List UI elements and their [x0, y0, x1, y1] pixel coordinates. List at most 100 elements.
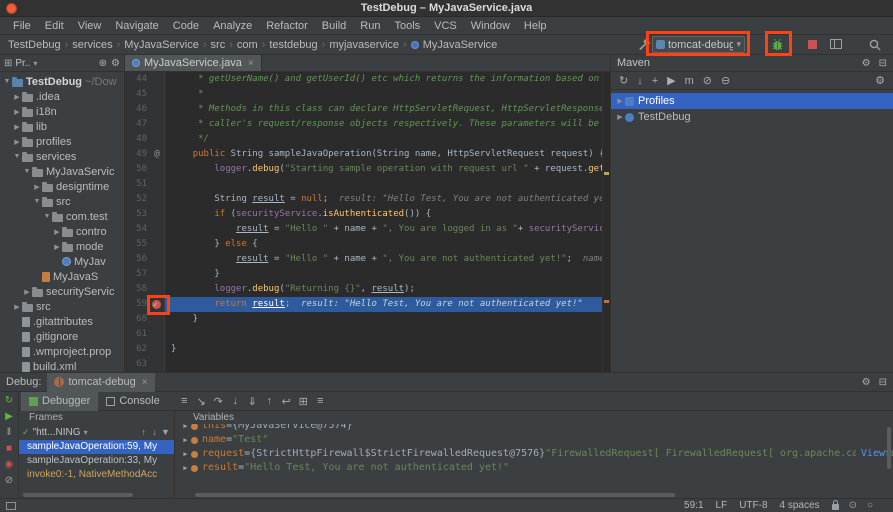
layout-settings-icon[interactable]: ≡: [176, 395, 193, 407]
chevron-right-icon[interactable]: ▶: [12, 123, 22, 131]
previous-frame-icon[interactable]: ↑: [138, 427, 149, 437]
code-line[interactable]: 44 * getUserName() and getUserId() etc w…: [125, 72, 610, 87]
project-tree-item[interactable]: ▼com.test: [0, 209, 124, 224]
drop-frame-icon[interactable]: ↩: [278, 395, 295, 408]
code-area[interactable]: 44 * getUserName() and getUserId() etc w…: [125, 72, 610, 372]
code-line[interactable]: 52 String result = null; result: "Hello …: [125, 192, 610, 207]
lock-icon[interactable]: [832, 504, 839, 510]
project-views-dropdown[interactable]: Pr..: [15, 58, 30, 69]
chevron-right-icon[interactable]: ▶: [52, 228, 62, 236]
breadcrumb-item[interactable]: MyJavaService: [423, 39, 498, 51]
gear-icon[interactable]: ⚙: [862, 377, 871, 388]
search-everywhere-icon[interactable]: [868, 38, 882, 52]
tab-debugger[interactable]: Debugger: [21, 392, 98, 411]
project-tree-item[interactable]: MyJavaS: [0, 269, 124, 284]
menu-item-view[interactable]: View: [71, 20, 109, 32]
step-over-icon[interactable]: ↷: [210, 395, 227, 408]
toolwindow-switcher-icon[interactable]: [6, 502, 16, 510]
menu-item-build[interactable]: Build: [315, 20, 353, 32]
editor-tab[interactable]: MyJavaService.java ×: [125, 55, 262, 71]
code-line[interactable]: 59✓ return result; result: "Hello Test, …: [125, 297, 610, 312]
menu-item-vcs[interactable]: VCS: [427, 20, 464, 32]
project-tree-item[interactable]: .wmproject.prop: [0, 344, 124, 359]
breadcrumb-item[interactable]: src: [211, 39, 226, 51]
build-hammer-icon[interactable]: [636, 38, 651, 53]
restore-layout-icon[interactable]: [830, 39, 842, 49]
project-tree-item[interactable]: ▶lib: [0, 119, 124, 134]
close-icon[interactable]: ×: [142, 377, 148, 388]
variables-vertical-scrollbar[interactable]: [887, 427, 891, 469]
resume-icon[interactable]: ▶: [2, 410, 16, 423]
code-line[interactable]: 51: [125, 177, 610, 192]
project-tree-item[interactable]: ▶securityServic: [0, 284, 124, 299]
run-config-selector[interactable]: tomcat-debug ▾: [652, 36, 745, 53]
close-icon[interactable]: ×: [248, 58, 254, 69]
project-tree-item[interactable]: ▶.idea: [0, 89, 124, 104]
project-tree-item[interactable]: ▼src: [0, 194, 124, 209]
window-close-button[interactable]: [6, 3, 17, 14]
project-tree-item[interactable]: .gitattributes: [0, 314, 124, 329]
gear-icon[interactable]: ⚙: [862, 58, 871, 69]
view-options-icon[interactable]: ⊞: [295, 395, 312, 408]
view-breakpoints-icon[interactable]: ◉: [2, 458, 16, 471]
maven-tree-item[interactable]: ▶TestDebug: [611, 109, 893, 125]
download-sources-icon[interactable]: ↓: [637, 75, 643, 87]
skip-tests-icon[interactable]: ⊖: [721, 74, 730, 87]
menu-item-code[interactable]: Code: [166, 20, 206, 32]
chevron-right-icon[interactable]: ▶: [181, 424, 190, 433]
code-line[interactable]: 55 } else {: [125, 237, 610, 252]
chevron-down-icon[interactable]: ▼: [32, 198, 42, 205]
menu-item-analyze[interactable]: Analyze: [206, 20, 259, 32]
hide-panel-icon[interactable]: ⊟: [879, 377, 887, 388]
chevron-right-icon[interactable]: ▶: [12, 303, 22, 311]
chevron-right-icon[interactable]: ▶: [22, 288, 32, 296]
chevron-right-icon[interactable]: ▶: [12, 138, 22, 146]
breadcrumb-item[interactable]: services: [72, 39, 112, 51]
code-line[interactable]: 49@ public String sampleJavaOperation(St…: [125, 147, 610, 162]
indicator-icon[interactable]: ⊙: [849, 500, 857, 511]
code-line[interactable]: 48 */: [125, 132, 610, 147]
project-tree-item[interactable]: ▶mode: [0, 239, 124, 254]
chevron-right-icon[interactable]: ▶: [32, 183, 42, 191]
maven-settings-icon[interactable]: ⚙: [875, 74, 885, 87]
code-line[interactable]: 56 result = "Hello " + name + ", You are…: [125, 252, 610, 267]
tab-console[interactable]: Console: [98, 392, 167, 411]
offline-mode-icon[interactable]: ⊘: [703, 74, 712, 87]
hide-frames-filter-icon[interactable]: ▼: [160, 427, 171, 437]
show-execution-point-icon[interactable]: ↘: [193, 395, 210, 408]
menu-item-window[interactable]: Window: [464, 20, 517, 32]
project-tree-item[interactable]: MyJav: [0, 254, 124, 269]
chevron-right-icon[interactable]: ▶: [52, 243, 62, 251]
frames-horizontal-scrollbar[interactable]: [23, 493, 133, 497]
next-frame-icon[interactable]: ↓: [149, 427, 160, 437]
project-tree-item[interactable]: ▶profiles: [0, 134, 124, 149]
chevron-right-icon[interactable]: ▶: [181, 433, 190, 447]
menu-item-refactor[interactable]: Refactor: [259, 20, 315, 32]
project-tree-item[interactable]: ▶contro: [0, 224, 124, 239]
debug-button[interactable]: [770, 37, 785, 52]
debug-session-tab[interactable]: tomcat-debug ×: [47, 373, 154, 392]
chevron-down-icon[interactable]: ▼: [22, 168, 32, 175]
project-tree-item[interactable]: ▶i18n: [0, 104, 124, 119]
maven-tree-item[interactable]: ▶Profiles: [611, 93, 893, 109]
execute-goal-icon[interactable]: ▶: [667, 74, 675, 87]
more-icon[interactable]: ≡: [312, 395, 329, 407]
chevron-right-icon[interactable]: ▶: [181, 461, 190, 475]
project-tree-item[interactable]: .gitignore: [0, 329, 124, 344]
code-line[interactable]: 62}: [125, 342, 610, 357]
stop-icon[interactable]: ■: [2, 442, 16, 455]
reimport-maven-icon[interactable]: ↻: [619, 74, 628, 87]
view-link[interactable]: View: [856, 447, 885, 461]
menu-item-help[interactable]: Help: [517, 20, 554, 32]
mute-breakpoints-icon[interactable]: ⊘: [2, 474, 16, 487]
menu-item-file[interactable]: File: [6, 20, 38, 32]
menu-item-navigate[interactable]: Navigate: [108, 20, 165, 32]
code-line[interactable]: 61: [125, 327, 610, 342]
variable-row[interactable]: ▶name = "Test": [175, 433, 893, 447]
chevron-down-icon[interactable]: ▼: [12, 153, 22, 160]
project-tree-item[interactable]: ▶designtime: [0, 179, 124, 194]
chevron-down-icon[interactable]: ▼: [2, 78, 12, 85]
menu-item-run[interactable]: Run: [353, 20, 387, 32]
project-tree-item[interactable]: ▶src: [0, 299, 124, 314]
code-line[interactable]: 53 if (securityService.isAuthenticated()…: [125, 207, 610, 222]
